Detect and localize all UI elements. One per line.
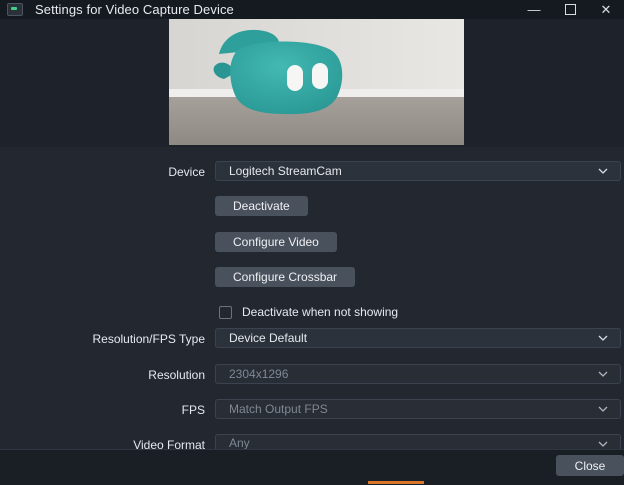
fps-label: FPS: [181, 403, 205, 417]
device-select[interactable]: Logitech StreamCam: [215, 161, 621, 181]
window-title: Settings for Video Capture Device: [35, 2, 234, 17]
chevron-down-icon: [598, 335, 608, 341]
resolution-fps-type-value: Device Default: [229, 331, 308, 345]
video-format-value: Any: [229, 435, 250, 450]
chevron-down-icon: [598, 441, 608, 447]
camera-preview: [169, 19, 464, 145]
resolution-fps-type-label: Resolution/FPS Type: [92, 332, 205, 346]
window-controls: — ✕: [516, 0, 624, 19]
device-label: Device: [168, 165, 205, 179]
chevron-down-icon: [598, 371, 608, 377]
close-button[interactable]: Close: [556, 455, 624, 476]
close-window-button[interactable]: ✕: [588, 0, 624, 19]
configure-video-button-label: Configure Video: [233, 235, 319, 249]
chevron-down-icon: [598, 168, 608, 174]
resolution-value: 2304x1296: [229, 367, 289, 381]
close-icon: ✕: [600, 1, 612, 17]
resolution-fps-type-select[interactable]: Device Default: [215, 328, 621, 348]
device-select-value: Logitech StreamCam: [229, 164, 342, 178]
deactivate-when-not-showing-checkbox[interactable]: [219, 305, 232, 319]
dialog-footer: [0, 449, 624, 485]
configure-video-button[interactable]: Configure Video: [215, 232, 337, 252]
video-format-select[interactable]: Any: [215, 434, 621, 450]
minimize-button[interactable]: —: [516, 0, 552, 19]
maximize-button[interactable]: [552, 0, 588, 19]
chevron-down-icon: [598, 406, 608, 412]
deactivate-button[interactable]: Deactivate: [215, 196, 308, 216]
deactivate-button-label: Deactivate: [233, 199, 290, 213]
fps-select[interactable]: Match Output FPS: [215, 399, 621, 419]
app-icon: [7, 3, 23, 16]
resolution-select[interactable]: 2304x1296: [215, 364, 621, 384]
maximize-icon: [564, 4, 576, 15]
configure-crossbar-button[interactable]: Configure Crossbar: [215, 267, 356, 287]
deactivate-when-not-showing-row[interactable]: Deactivate when not showing: [219, 305, 398, 319]
camera-preview-image: [169, 19, 464, 145]
fps-value: Match Output FPS: [229, 402, 328, 416]
minimize-icon: —: [527, 2, 541, 17]
deactivate-when-not-showing-label: Deactivate when not showing: [242, 305, 399, 319]
resolution-label: Resolution: [148, 368, 205, 382]
configure-crossbar-button-label: Configure Crossbar: [233, 270, 338, 284]
title-bar: Settings for Video Capture Device — ✕: [0, 0, 624, 19]
preview-area: [0, 19, 624, 147]
close-button-label: Close: [574, 458, 606, 473]
